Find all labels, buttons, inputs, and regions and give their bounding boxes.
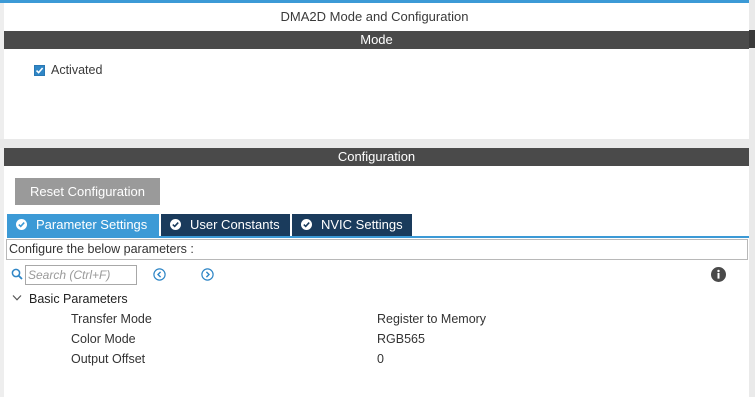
tab-parameter-settings[interactable]: Parameter Settings: [7, 214, 159, 236]
window-title: DMA2D Mode and Configuration: [280, 9, 469, 24]
param-label-color-mode: Color Mode: [71, 332, 136, 346]
scrollbar-thumb[interactable]: [749, 30, 755, 48]
reset-configuration-button[interactable]: Reset Configuration: [15, 178, 160, 205]
check-circle-icon: [301, 219, 312, 230]
info-icon[interactable]: [711, 267, 726, 282]
activated-checkbox[interactable]: [34, 65, 45, 76]
tab-user-constants[interactable]: User Constants: [161, 214, 290, 236]
instructions-text: Configure the below parameters :: [6, 239, 748, 260]
search-icon[interactable]: [11, 268, 23, 280]
tab-underline: [7, 236, 749, 238]
tab-label: User Constants: [190, 217, 280, 232]
param-value-transfer-mode[interactable]: Register to Memory: [377, 312, 486, 326]
param-label-output-offset: Output Offset: [71, 352, 146, 366]
tab-nvic-settings[interactable]: NVIC Settings: [292, 214, 412, 236]
tab-label: NVIC Settings: [321, 217, 403, 232]
vertical-scrollbar[interactable]: [749, 0, 755, 397]
arrow-right-circle-icon[interactable]: [201, 268, 214, 281]
tab-label: Parameter Settings: [36, 217, 148, 232]
check-icon: [35, 67, 44, 74]
search-input[interactable]: Search (Ctrl+F): [25, 265, 137, 285]
param-label-transfer-mode: Transfer Mode: [71, 312, 152, 326]
check-circle-icon: [16, 219, 27, 230]
mode-section-header: Mode: [4, 31, 749, 49]
basic-parameters-group[interactable]: Basic Parameters: [29, 292, 128, 306]
mode-panel: [4, 49, 749, 139]
chevron-down-icon[interactable]: [12, 294, 22, 302]
configuration-section-header: Configuration: [4, 148, 749, 166]
arrow-left-circle-icon[interactable]: [153, 268, 166, 281]
check-circle-icon: [170, 219, 181, 230]
param-value-output-offset[interactable]: 0: [377, 352, 384, 366]
activated-label: Activated: [51, 63, 103, 77]
param-value-color-mode[interactable]: RGB565: [377, 332, 425, 346]
section-divider: [0, 139, 749, 148]
